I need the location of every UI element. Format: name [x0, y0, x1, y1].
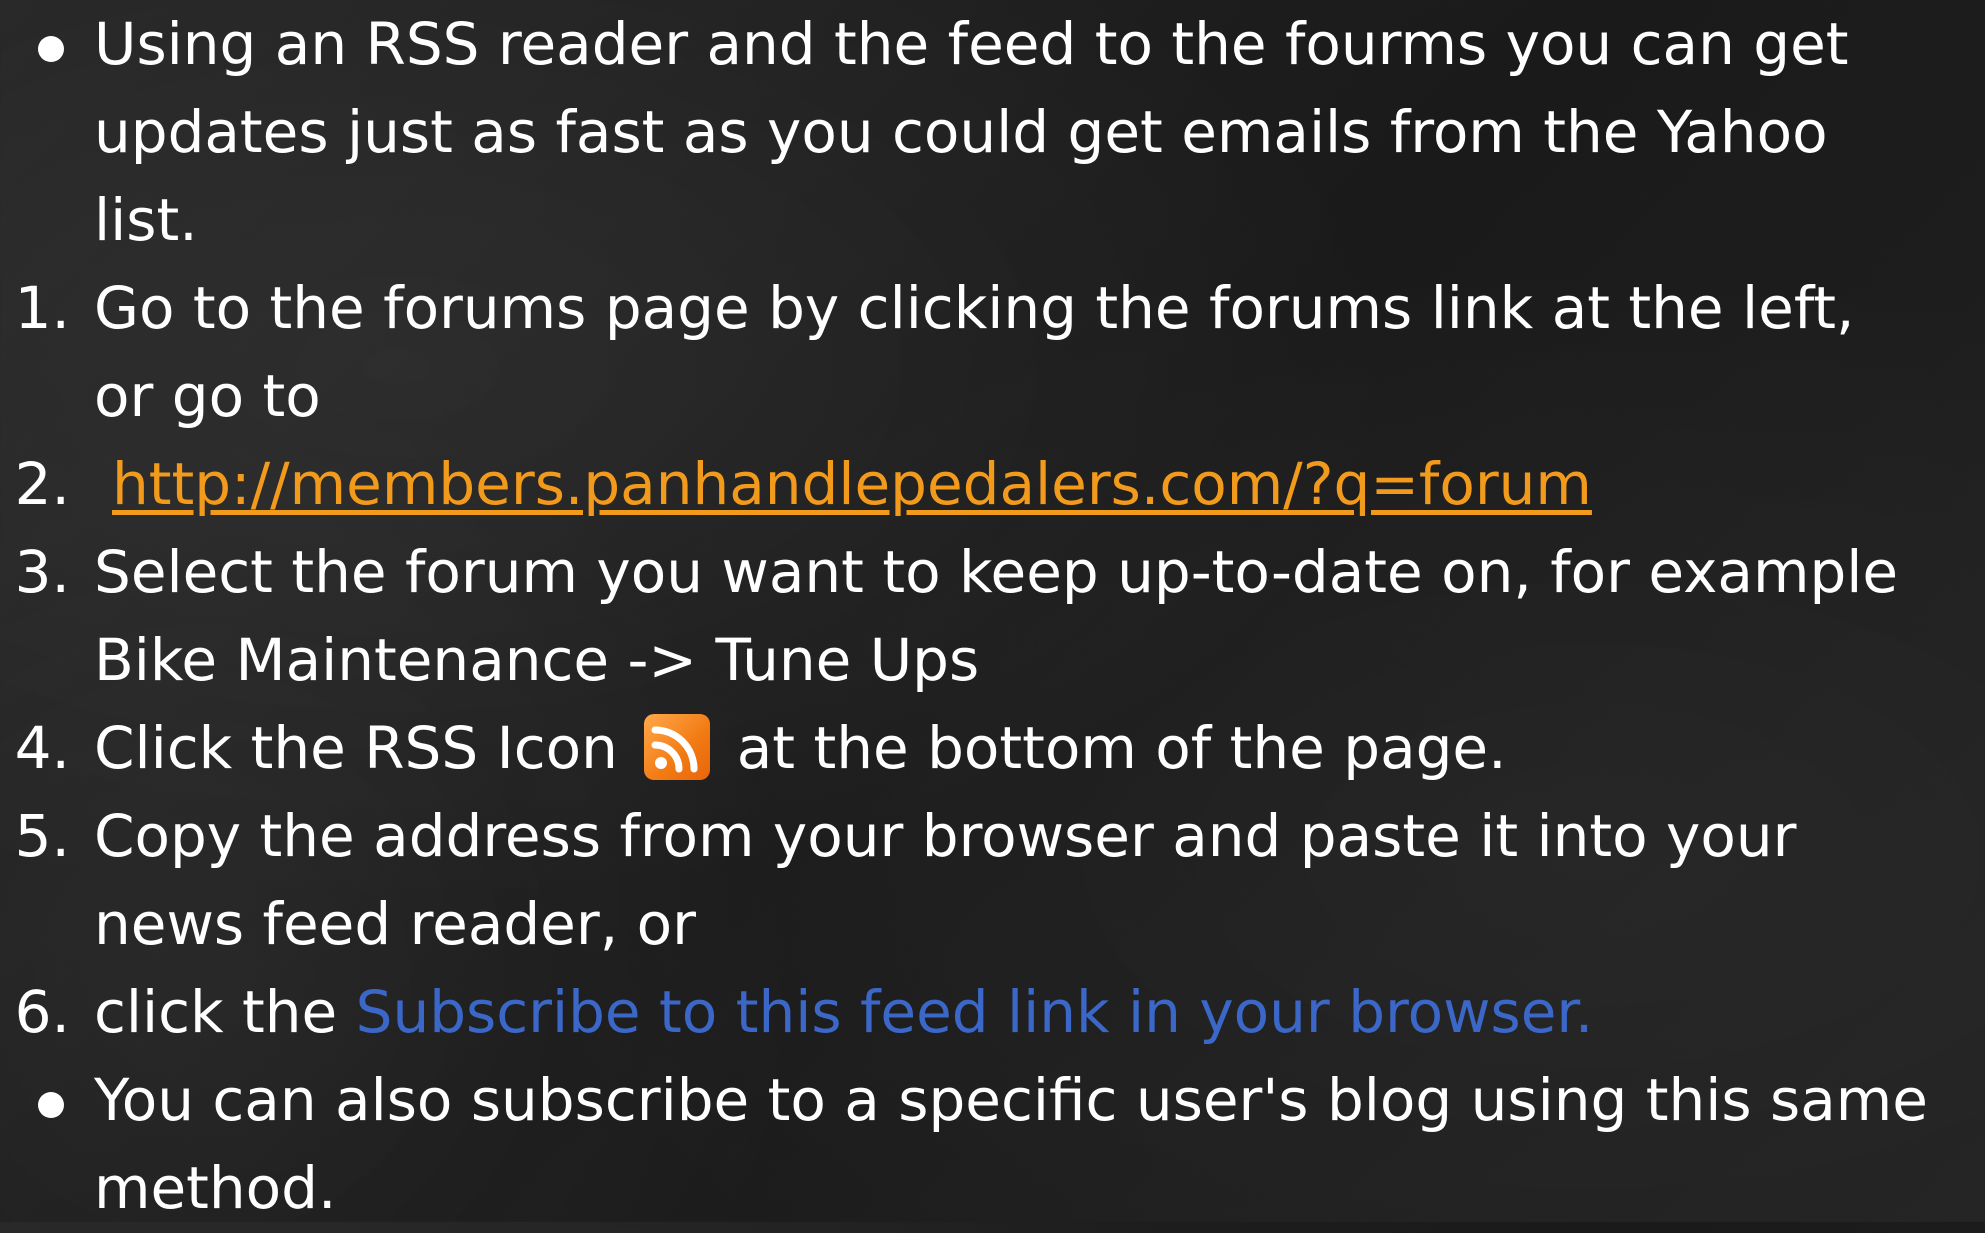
bullet-icon: [38, 1092, 64, 1118]
bullet-icon: [38, 36, 64, 62]
step-text-prefix: click the: [94, 978, 356, 1046]
list-item-outro: You can also subscribe to a specific use…: [0, 1056, 1985, 1145]
list-item-step-3-continuation: Bike Maintenance -> Tune Ups: [0, 616, 1985, 705]
list-item-intro-continuation: updates just as fast as you could get em…: [0, 88, 1985, 177]
list-item-step-2: 2. http://members.panhandlepedalers.com/…: [0, 440, 1985, 529]
step-number: 2.: [14, 450, 70, 518]
list-item-step-3: 3. Select the forum you want to keep up-…: [0, 528, 1985, 617]
step-text-line2: or go to: [94, 362, 321, 430]
step-text-line2: Bike Maintenance -> Tune Ups: [94, 626, 980, 694]
list-item-intro-continuation: list.: [0, 176, 1985, 265]
list-item-step-5: 5. Copy the address from your browser an…: [0, 792, 1985, 881]
list-item-step-1: 1. Go to the forums page by clicking the…: [0, 264, 1985, 353]
step-text: Copy the address from your browser and p…: [94, 802, 1797, 870]
intro-text: Using an RSS reader and the feed to the …: [94, 10, 1849, 78]
step-number: 5.: [14, 802, 70, 870]
step-number: 4.: [14, 714, 70, 782]
step-text-after-icon: at the bottom of the page.: [736, 714, 1507, 782]
step-text-before-icon: Click the RSS Icon: [94, 714, 618, 782]
list-item-outro-continuation: method.: [0, 1144, 1985, 1233]
rss-feed-icon: [644, 714, 711, 780]
step-number: 3.: [14, 538, 70, 606]
instructions-list: Using an RSS reader and the feed to the …: [0, 0, 1985, 1222]
step-text-line2: news feed reader, or: [94, 890, 696, 958]
list-item-step-6: 6. click the Subscribe to this feed link…: [0, 968, 1985, 1057]
subscribe-feed-link[interactable]: Subscribe to this feed link in your brow…: [356, 978, 1594, 1046]
list-item-step-4: 4. Click the RSS Icon at the bottom of t…: [0, 704, 1985, 793]
step-text: Select the forum you want to keep up-to-…: [94, 538, 1899, 606]
step-number: 1.: [14, 274, 70, 342]
outro-text: You can also subscribe to a specific use…: [94, 1066, 1928, 1134]
step-text: Go to the forums page by clicking the fo…: [94, 274, 1855, 342]
outro-text-line2: method.: [94, 1154, 337, 1222]
intro-text-line2: updates just as fast as you could get em…: [94, 98, 1828, 166]
list-item-step-5-continuation: news feed reader, or: [0, 880, 1985, 969]
forum-url-link[interactable]: http://members.panhandlepedalers.com/?q=…: [112, 450, 1592, 518]
intro-text-line3: list.: [94, 186, 198, 254]
list-item-step-1-continuation: or go to: [0, 352, 1985, 441]
step-number: 6.: [14, 978, 70, 1046]
list-item-intro: Using an RSS reader and the feed to the …: [0, 0, 1985, 89]
